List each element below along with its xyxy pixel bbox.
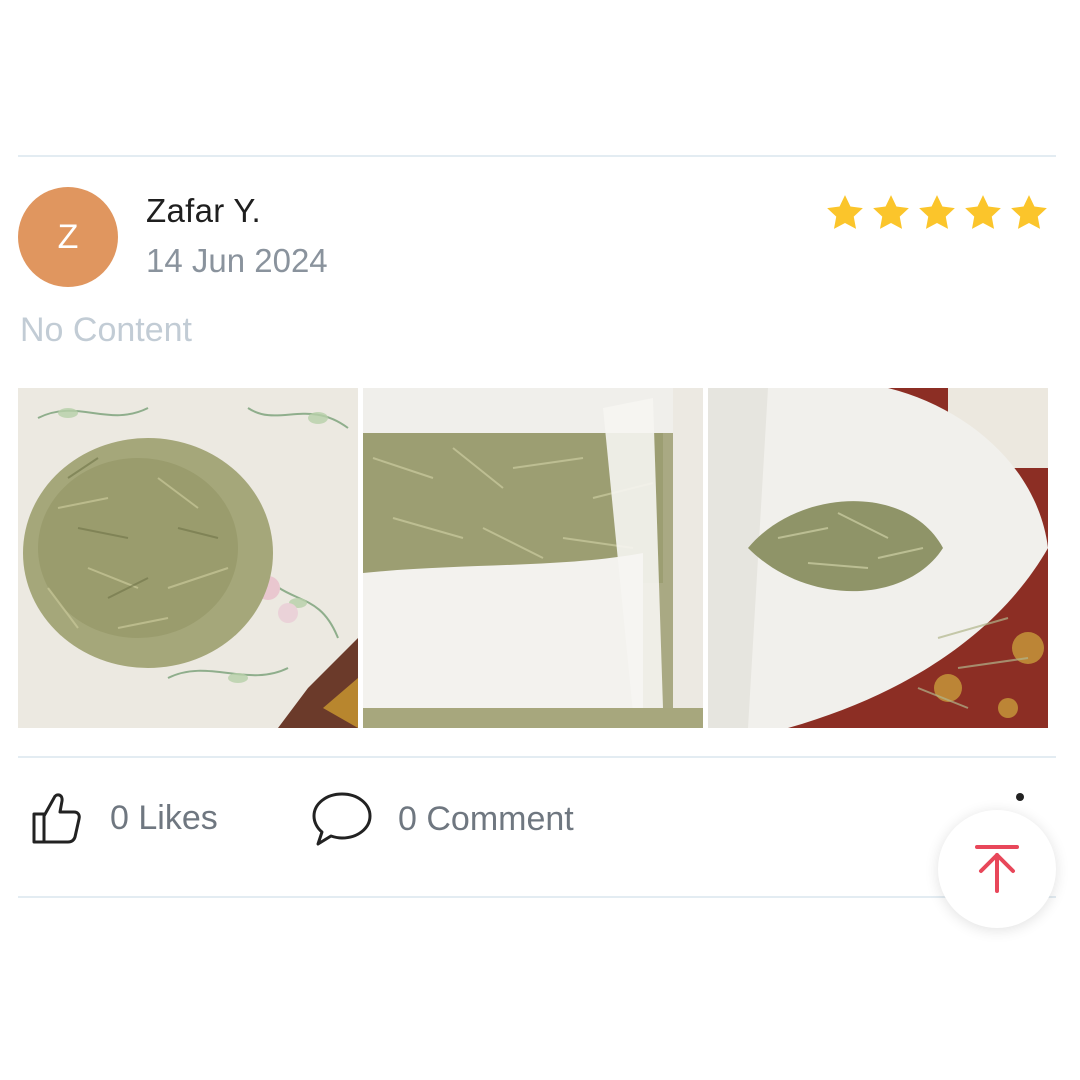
thumbs-up-icon: [32, 793, 81, 844]
comments-count: 0 Comment: [398, 799, 574, 838]
review-author: Zafar Y.: [146, 192, 261, 229]
review-photo[interactable]: [708, 388, 1048, 728]
avatar-initial: Z: [57, 217, 79, 256]
more-options-icon[interactable]: [1016, 793, 1024, 801]
star-icon: [919, 195, 955, 229]
bottom-divider: [18, 896, 1056, 898]
actions-divider: [18, 756, 1056, 758]
star-icon: [827, 195, 863, 229]
review-content: No Content: [20, 311, 192, 349]
like-button[interactable]: 0 Likes: [30, 790, 218, 846]
review-date: 14 Jun 2024: [146, 242, 328, 279]
comment-bubble-icon: [312, 792, 372, 846]
star-icon: [873, 195, 909, 229]
scroll-to-top-button[interactable]: [938, 810, 1056, 928]
star-icon: [1011, 195, 1047, 229]
likes-count: 0 Likes: [110, 798, 218, 837]
comment-button[interactable]: 0 Comment: [310, 790, 574, 848]
review-photos: [18, 388, 1048, 728]
top-divider: [18, 155, 1056, 157]
avatar: Z: [18, 187, 118, 287]
review-photo[interactable]: [18, 388, 358, 728]
star-rating: [824, 192, 1050, 234]
review-photo[interactable]: [363, 388, 703, 728]
arrow-up-to-top-icon: [975, 845, 1019, 893]
star-icon: [965, 195, 1001, 229]
